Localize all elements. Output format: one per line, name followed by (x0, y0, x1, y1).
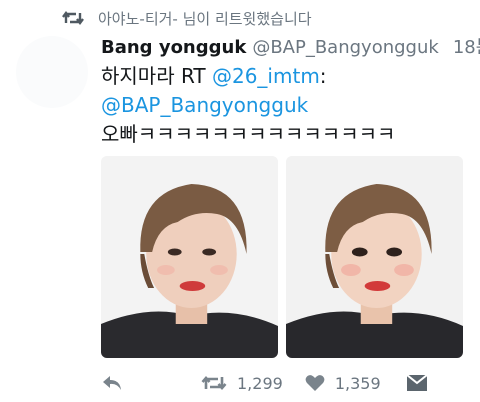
tweet-text-prefix: 하지마라 RT (101, 64, 212, 88)
retweet-icon (62, 10, 84, 26)
photo-1[interactable] (101, 156, 278, 358)
mention-suffix: : (319, 64, 327, 88)
media-container (101, 156, 463, 358)
avatar[interactable] (16, 36, 88, 108)
envelope-icon[interactable] (406, 374, 428, 391)
display-name[interactable]: Bang yongguk (101, 36, 246, 60)
tweet-time[interactable]: 18분 (453, 36, 480, 60)
retweet-context-text[interactable]: 아야노-티거- 님이 리트윗했습니다 (98, 8, 312, 29)
mention-link[interactable]: @26_imtm (212, 64, 320, 88)
tweet-actions: 1,299 1,359 (101, 370, 471, 396)
user-handle[interactable]: @BAP_Bangyongguk (252, 36, 439, 60)
photo-2[interactable] (286, 156, 463, 358)
heart-icon[interactable] (305, 374, 325, 392)
retweet-context: 아야노-티거- 님이 리트윗했습니다 (62, 6, 312, 30)
tweet-header: Bang yongguk @BAP_Bangyongguk 18분 (101, 36, 480, 60)
retweet-icon[interactable] (201, 374, 227, 392)
mention-link-author[interactable]: @BAP_Bangyongguk (101, 93, 308, 117)
like-count: 1,359 (334, 373, 381, 393)
tweet-content: Bang yongguk @BAP_Bangyongguk 18분 하지마라 R… (101, 36, 480, 149)
tweet-text-line: 오빠ㅋㅋㅋㅋㅋㅋㅋㅋㅋㅋㅋㅋㅋㅋ (101, 122, 396, 146)
reply-icon[interactable] (101, 374, 123, 392)
tweet-text: 하지마라 RT @26_imtm: @BAP_Bangyongguk 오빠ㅋㅋㅋ… (101, 62, 471, 149)
retweet-count: 1,299 (237, 373, 283, 393)
